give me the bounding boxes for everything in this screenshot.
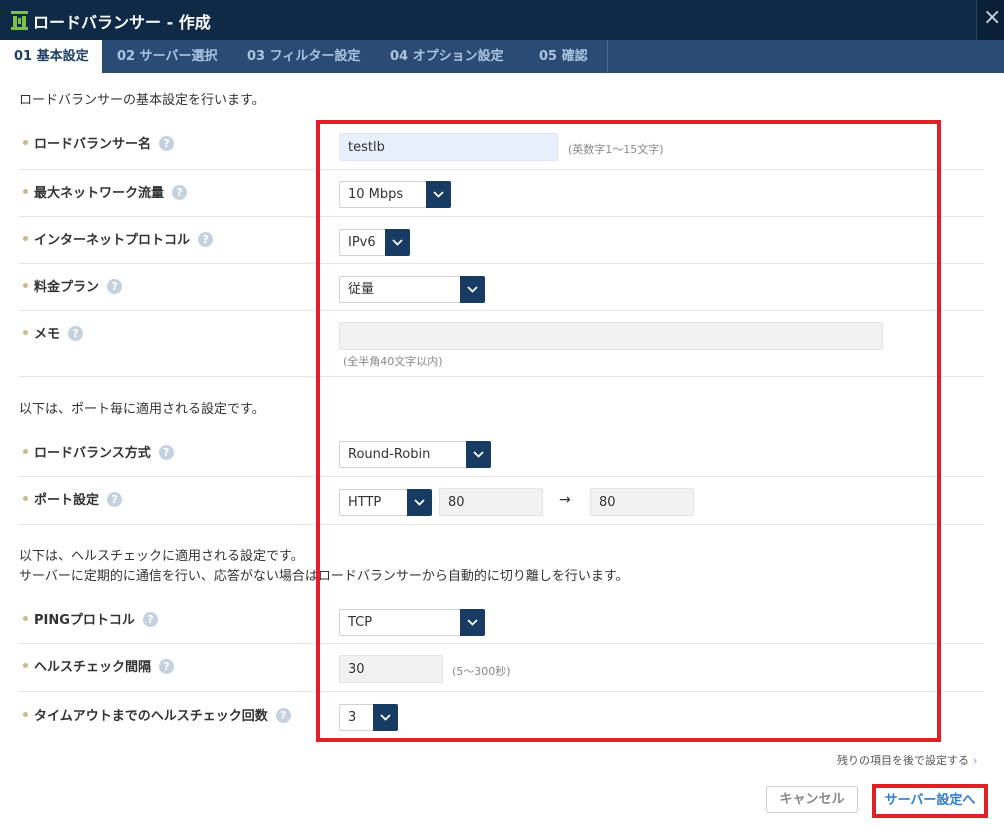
ping-protocol-label: PINGプロトコル? bbox=[23, 609, 158, 628]
help-icon[interactable]: ? bbox=[107, 279, 123, 294]
timeout-count-label: タイムアウトまでのヘルスチェック回数? bbox=[23, 705, 291, 724]
health-intro-text-1: 以下は、ヘルスチェックに適用される設定です。 bbox=[19, 549, 304, 564]
title-bar: ロードバランサー - 作成 × bbox=[0, 0, 1004, 40]
help-icon[interactable]: ? bbox=[159, 659, 175, 674]
balance-method-label: ロードバランス方式? bbox=[23, 442, 174, 461]
health-interval-label: ヘルスチェック間隔? bbox=[23, 656, 175, 675]
memo-label: メモ? bbox=[23, 323, 84, 342]
help-icon[interactable]: ? bbox=[198, 232, 214, 247]
help-icon[interactable]: ? bbox=[275, 708, 291, 723]
tab-filter-settings[interactable]: 03 フィルター設定 bbox=[247, 40, 360, 73]
next-server-settings-button[interactable]: サーバー設定へ bbox=[876, 788, 984, 814]
lb-name-label: ロードバランサー名? bbox=[23, 133, 175, 152]
tab-option-settings[interactable]: 04 オプション設定 bbox=[390, 40, 504, 73]
basic-intro-text: ロードバランサーの基本設定を行います。 bbox=[19, 93, 265, 108]
tab-basic-settings[interactable]: 01 基本設定 bbox=[0, 40, 102, 73]
cancel-button[interactable]: キャンセル bbox=[766, 786, 858, 813]
bandwidth-label: 最大ネットワーク流量? bbox=[23, 182, 188, 201]
next-button-highlight: サーバー設定へ bbox=[872, 784, 988, 818]
configure-later-link[interactable]: 残りの項目を後で設定する › bbox=[837, 752, 977, 768]
highlight-box bbox=[316, 120, 941, 742]
pricing-plan-label: 料金プラン? bbox=[23, 276, 123, 295]
help-icon[interactable]: ? bbox=[172, 185, 188, 200]
help-icon[interactable]: ? bbox=[158, 445, 174, 460]
step-tabs: 01 基本設定 02 サーバー選択 03 フィルター設定 04 オプション設定 … bbox=[0, 40, 1004, 73]
help-icon[interactable]: ? bbox=[142, 612, 158, 627]
chevron-right-icon: › bbox=[973, 754, 978, 767]
close-icon: × bbox=[983, 5, 1002, 30]
tab-confirm[interactable]: 05 確認 bbox=[539, 40, 588, 73]
help-icon[interactable]: ? bbox=[107, 492, 123, 507]
help-icon[interactable]: ? bbox=[68, 326, 84, 341]
port-settings-label: ポート設定? bbox=[23, 489, 123, 508]
help-icon[interactable]: ? bbox=[159, 136, 175, 151]
close-button[interactable]: × bbox=[976, 0, 1004, 40]
dialog-title: ロードバランサー - 作成 bbox=[33, 13, 211, 32]
tab-server-select[interactable]: 02 サーバー選択 bbox=[117, 40, 218, 73]
load-balancer-logo bbox=[11, 11, 28, 30]
port-intro-text: 以下は、ポート毎に適用される設定です。 bbox=[19, 402, 265, 417]
ip-protocol-label: インターネットプロトコル? bbox=[23, 229, 214, 248]
